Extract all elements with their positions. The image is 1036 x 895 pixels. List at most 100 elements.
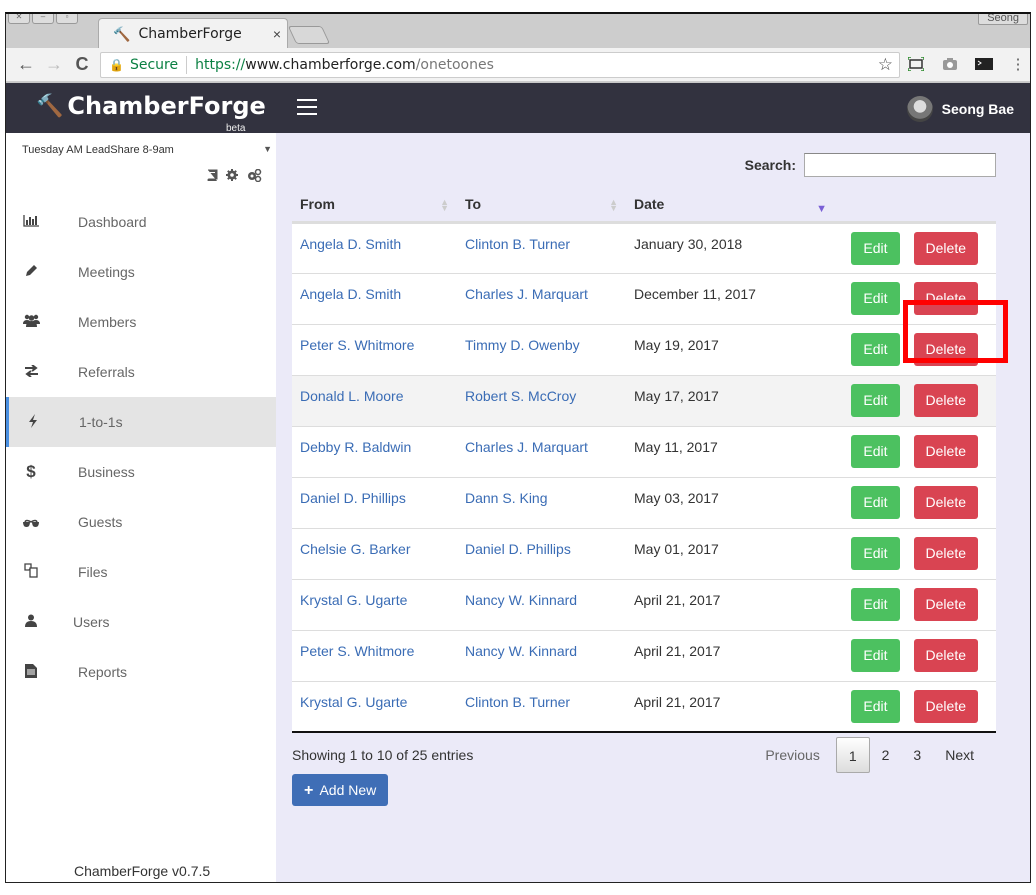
sidebar-item-dashboard[interactable]: Dashboard bbox=[6, 197, 276, 247]
sidebar: Tuesday AM LeadShare 8-9am ▼ Dashboard M… bbox=[6, 133, 276, 882]
from-member-link[interactable]: Chelsie G. Barker bbox=[300, 541, 410, 557]
edit-button[interactable]: Edit bbox=[851, 383, 900, 417]
delete-button[interactable]: Delete bbox=[913, 281, 978, 315]
delete-button[interactable]: Delete bbox=[913, 332, 978, 366]
close-window-button[interactable]: ✕ bbox=[8, 14, 30, 24]
profile-button[interactable]: Seong bbox=[978, 14, 1028, 25]
tab-close-icon[interactable]: × bbox=[273, 26, 281, 42]
to-member-link[interactable]: Timmy D. Owenby bbox=[465, 337, 580, 353]
from-member-link[interactable]: Donald L. Moore bbox=[300, 388, 404, 404]
to-member-link[interactable]: Dann S. King bbox=[465, 490, 548, 506]
forward-button[interactable]: → bbox=[40, 54, 68, 75]
sidebar-item-reports[interactable]: Reports bbox=[6, 647, 276, 697]
from-member-link[interactable]: Debby R. Baldwin bbox=[300, 439, 411, 455]
edit-button[interactable]: Edit bbox=[851, 281, 900, 315]
book-icon[interactable] bbox=[206, 169, 218, 185]
delete-button[interactable]: Delete bbox=[913, 231, 978, 265]
to-member-link[interactable]: Clinton B. Turner bbox=[465, 694, 570, 710]
to-member-link[interactable]: Daniel D. Phillips bbox=[465, 541, 571, 557]
users-icon bbox=[21, 314, 41, 330]
sidebar-item-members[interactable]: Members bbox=[6, 297, 276, 347]
sidebar-item-label: Meetings bbox=[78, 264, 135, 280]
cell-date: April 21, 2017 bbox=[626, 630, 836, 682]
sidebar-item-label: Dashboard bbox=[78, 214, 147, 230]
chapter-select[interactable]: Tuesday AM LeadShare 8-9am ▼ bbox=[22, 144, 272, 156]
column-header-from[interactable]: From ▲ ▼ bbox=[292, 188, 457, 224]
delete-button[interactable]: Delete bbox=[913, 587, 978, 621]
hammer-icon: 🔨 bbox=[36, 93, 64, 119]
sidebar-item-business[interactable]: $ Business bbox=[6, 447, 276, 497]
column-header-to[interactable]: To ▲ ▼ bbox=[457, 188, 626, 224]
reload-button[interactable]: C bbox=[68, 54, 96, 75]
pagination-page-2[interactable]: 2 bbox=[870, 737, 902, 773]
delete-button[interactable]: Delete bbox=[913, 434, 978, 468]
to-member-link[interactable]: Charles J. Marquart bbox=[465, 439, 588, 455]
delete-button[interactable]: Delete bbox=[913, 638, 978, 672]
pagination-page-3[interactable]: 3 bbox=[901, 737, 933, 773]
to-member-link[interactable]: Nancy W. Kinnard bbox=[465, 643, 577, 659]
sidebar-item-1-to-1s[interactable]: 1-to-1s bbox=[6, 397, 276, 447]
to-member-link[interactable]: Charles J. Marquart bbox=[465, 286, 588, 302]
pagination-previous[interactable]: Previous bbox=[753, 737, 835, 773]
column-header-date[interactable]: Date ▼ bbox=[626, 188, 836, 224]
search-input[interactable] bbox=[804, 153, 996, 177]
avatar bbox=[906, 96, 933, 122]
sidebar-item-meetings[interactable]: Meetings bbox=[6, 247, 276, 297]
sidebar-item-referrals[interactable]: Referrals bbox=[6, 347, 276, 397]
one-to-ones-table: From ▲ ▼ To ▲ ▼ Date ▼ Angela D. Smith C… bbox=[292, 188, 996, 733]
from-member-link[interactable]: Angela D. Smith bbox=[300, 286, 401, 302]
sidebar-item-label: Guests bbox=[78, 514, 123, 530]
user-menu[interactable]: Seong Bae bbox=[906, 96, 1014, 122]
file-text-icon bbox=[21, 663, 41, 681]
sidebar-item-files[interactable]: Files bbox=[6, 547, 276, 597]
camera-icon[interactable] bbox=[940, 54, 960, 74]
edit-button[interactable]: Edit bbox=[851, 587, 900, 621]
maximize-window-button[interactable]: ▫ bbox=[56, 14, 78, 24]
from-member-link[interactable]: Peter S. Whitmore bbox=[300, 337, 414, 353]
gear-icon[interactable] bbox=[226, 169, 238, 185]
screen-capture-icon[interactable] bbox=[906, 54, 926, 74]
pagination-next[interactable]: Next bbox=[933, 737, 986, 773]
edit-button[interactable]: Edit bbox=[851, 689, 900, 723]
pagination-page-1[interactable]: 1 bbox=[835, 737, 870, 773]
minimize-window-button[interactable]: – bbox=[32, 14, 54, 24]
cell-date: April 21, 2017 bbox=[626, 681, 836, 733]
edit-button[interactable]: Edit bbox=[851, 231, 900, 265]
delete-button[interactable]: Delete bbox=[913, 383, 978, 417]
window-controls: ✕ – ▫ bbox=[8, 14, 78, 24]
sidebar-item-users[interactable]: Users bbox=[6, 597, 276, 647]
from-member-link[interactable]: Angela D. Smith bbox=[300, 236, 401, 252]
browser-menu-icon[interactable]: ⋮ bbox=[1008, 54, 1028, 74]
edit-button[interactable]: Edit bbox=[851, 332, 900, 366]
from-member-link[interactable]: Daniel D. Phillips bbox=[300, 490, 406, 506]
gears-icon[interactable] bbox=[246, 168, 262, 185]
browser-tab[interactable]: 🔨 ChamberForge × bbox=[98, 18, 288, 49]
cell-actions: Edit Delete bbox=[836, 681, 996, 733]
edit-button[interactable]: Edit bbox=[851, 536, 900, 570]
back-button[interactable]: ← bbox=[12, 54, 40, 75]
chapter-name: Tuesday AM LeadShare 8-9am bbox=[22, 144, 174, 156]
edit-button[interactable]: Edit bbox=[851, 434, 900, 468]
from-member-link[interactable]: Krystal G. Ugarte bbox=[300, 694, 407, 710]
terminal-icon[interactable] bbox=[974, 54, 994, 74]
to-member-link[interactable]: Nancy W. Kinnard bbox=[465, 592, 577, 608]
to-member-link[interactable]: Robert S. McCroy bbox=[465, 388, 576, 404]
cell-date: January 30, 2018 bbox=[626, 222, 836, 274]
add-new-button[interactable]: + Add New bbox=[292, 774, 389, 806]
menu-toggle-icon[interactable] bbox=[297, 99, 317, 115]
pencil-icon bbox=[21, 264, 41, 280]
edit-button[interactable]: Edit bbox=[851, 485, 900, 519]
new-tab-button[interactable] bbox=[287, 26, 331, 44]
bookmark-star-icon[interactable]: ☆ bbox=[878, 55, 893, 75]
edit-button[interactable]: Edit bbox=[851, 638, 900, 672]
delete-button[interactable]: Delete bbox=[913, 536, 978, 570]
brand-logo[interactable]: 🔨 ChamberForge beta bbox=[36, 92, 266, 134]
to-member-link[interactable]: Clinton B. Turner bbox=[465, 236, 570, 252]
delete-button[interactable]: Delete bbox=[913, 485, 978, 519]
cell-actions: Edit Delete bbox=[836, 375, 996, 427]
from-member-link[interactable]: Peter S. Whitmore bbox=[300, 643, 414, 659]
sidebar-item-guests[interactable]: Guests bbox=[6, 497, 276, 547]
address-bar[interactable]: 🔒 Secure https:// www.chamberforge.com /… bbox=[100, 52, 900, 78]
from-member-link[interactable]: Krystal G. Ugarte bbox=[300, 592, 407, 608]
delete-button[interactable]: Delete bbox=[913, 689, 978, 723]
